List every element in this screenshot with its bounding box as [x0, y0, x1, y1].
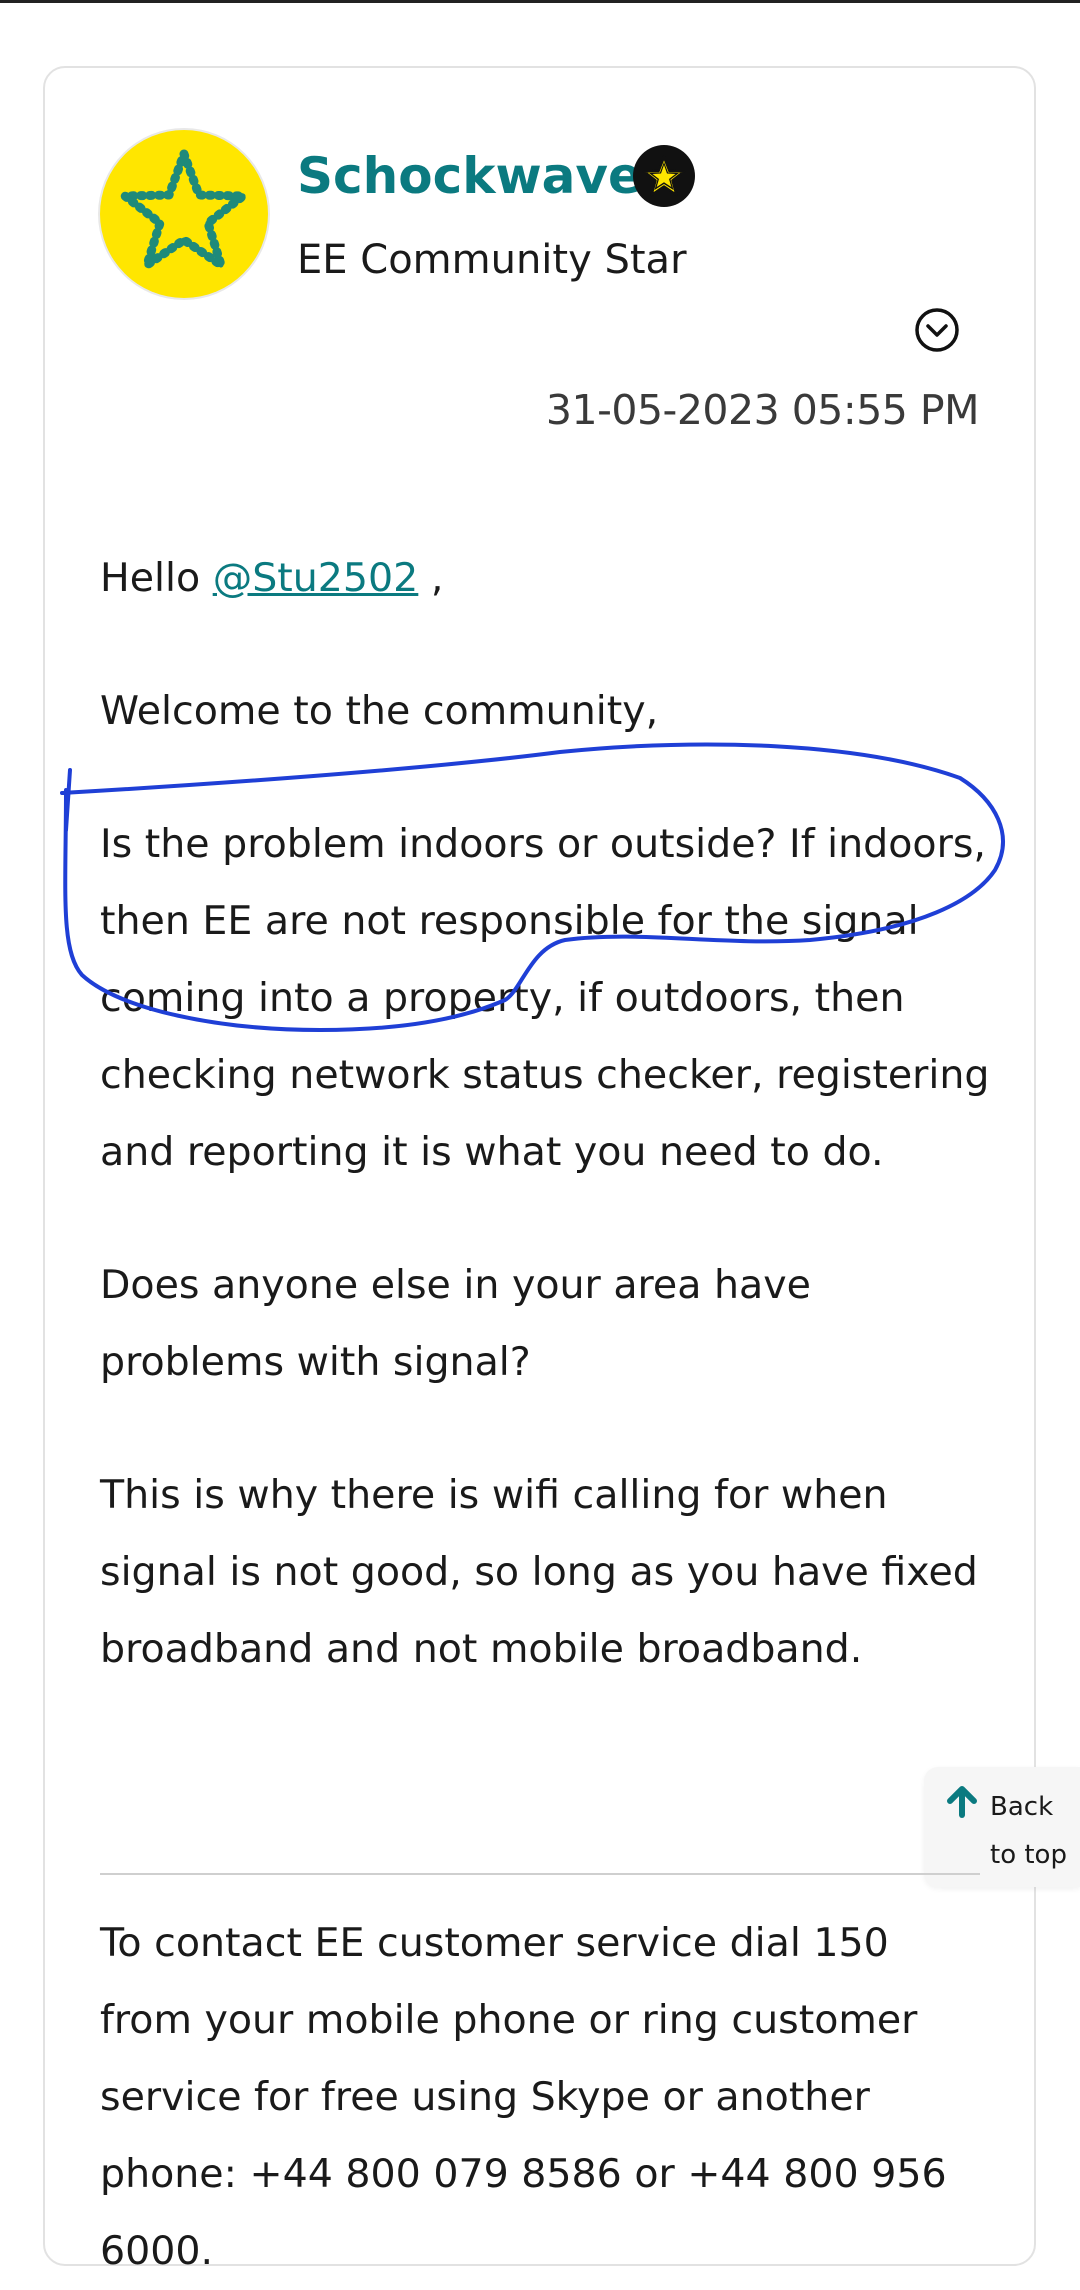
greeting-suffix: , [418, 555, 444, 601]
greeting: Hello @Stu2502 , [100, 540, 990, 617]
author-rank: EE Community Star [297, 237, 687, 283]
avatar[interactable] [100, 130, 268, 298]
author-name[interactable]: Schockwave [297, 140, 642, 212]
body-paragraph: Welcome to the community, [100, 688, 659, 734]
post-date: 31-05-2023 05:55 PM [545, 386, 980, 434]
back-to-top-button[interactable]: Back to top [924, 1767, 1080, 1887]
signature-text: To contact EE customer service dial 150 … [100, 1920, 947, 2274]
star-icon [120, 149, 248, 270]
back-to-top-label: Back to top [990, 1792, 1067, 1870]
post-body: Hello @Stu2502 , Welcome to the communit… [100, 540, 990, 1744]
signature-divider [100, 1873, 980, 1875]
body-paragraph: Does anyone else in your area have probl… [100, 1262, 811, 1385]
arrow-up-icon [942, 1781, 982, 1821]
top-border [0, 0, 1080, 3]
greeting-prefix: Hello [100, 555, 213, 601]
star-badge-icon [633, 145, 695, 207]
chevron-down-circle-icon [915, 308, 959, 352]
body-paragraph: Is the problem indoors or outside? If in… [100, 821, 990, 1175]
body-paragraph: This is why there is wifi calling for wh… [100, 1472, 978, 1672]
post-options-button[interactable] [913, 306, 961, 354]
user-mention-link[interactable]: @Stu2502 [213, 555, 419, 601]
